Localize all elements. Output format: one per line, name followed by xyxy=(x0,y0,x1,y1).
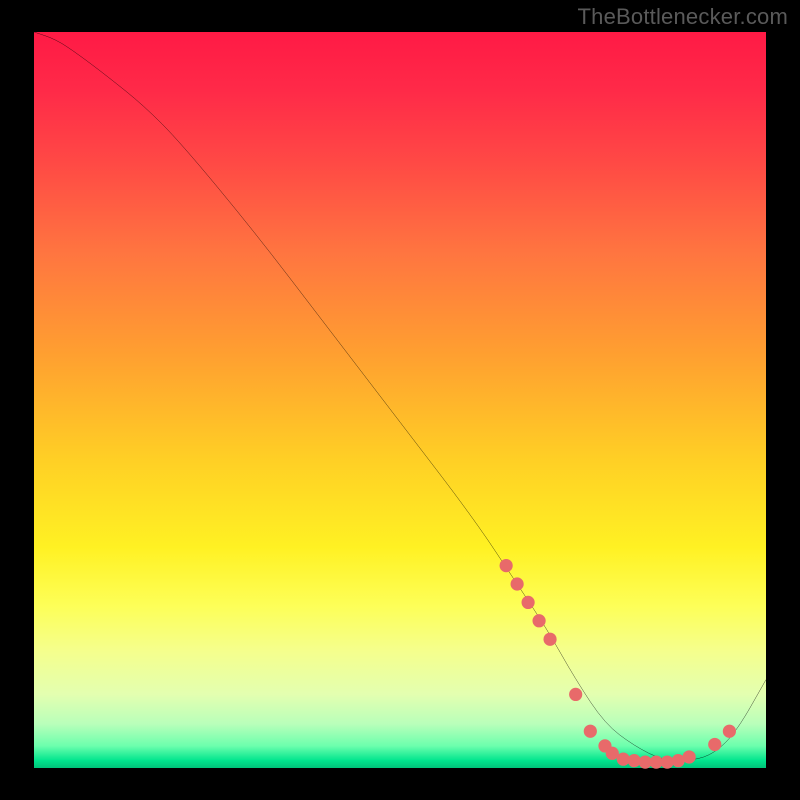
marker-dot xyxy=(584,725,597,738)
marker-dot xyxy=(569,688,582,701)
marker-dot xyxy=(683,750,696,763)
marker-dot xyxy=(708,738,721,751)
marker-dot xyxy=(500,559,513,572)
watermark-text: TheBottlenecker.com xyxy=(578,4,788,30)
bottleneck-curve-path xyxy=(34,32,766,761)
marker-dot xyxy=(511,577,524,590)
marker-group xyxy=(500,559,736,769)
marker-dot xyxy=(723,725,736,738)
marker-dot xyxy=(522,596,535,609)
plot-area xyxy=(34,32,766,768)
plot-svg xyxy=(34,32,766,768)
marker-dot xyxy=(543,633,556,646)
chart-root: TheBottlenecker.com xyxy=(0,0,800,800)
marker-dot xyxy=(532,614,545,627)
